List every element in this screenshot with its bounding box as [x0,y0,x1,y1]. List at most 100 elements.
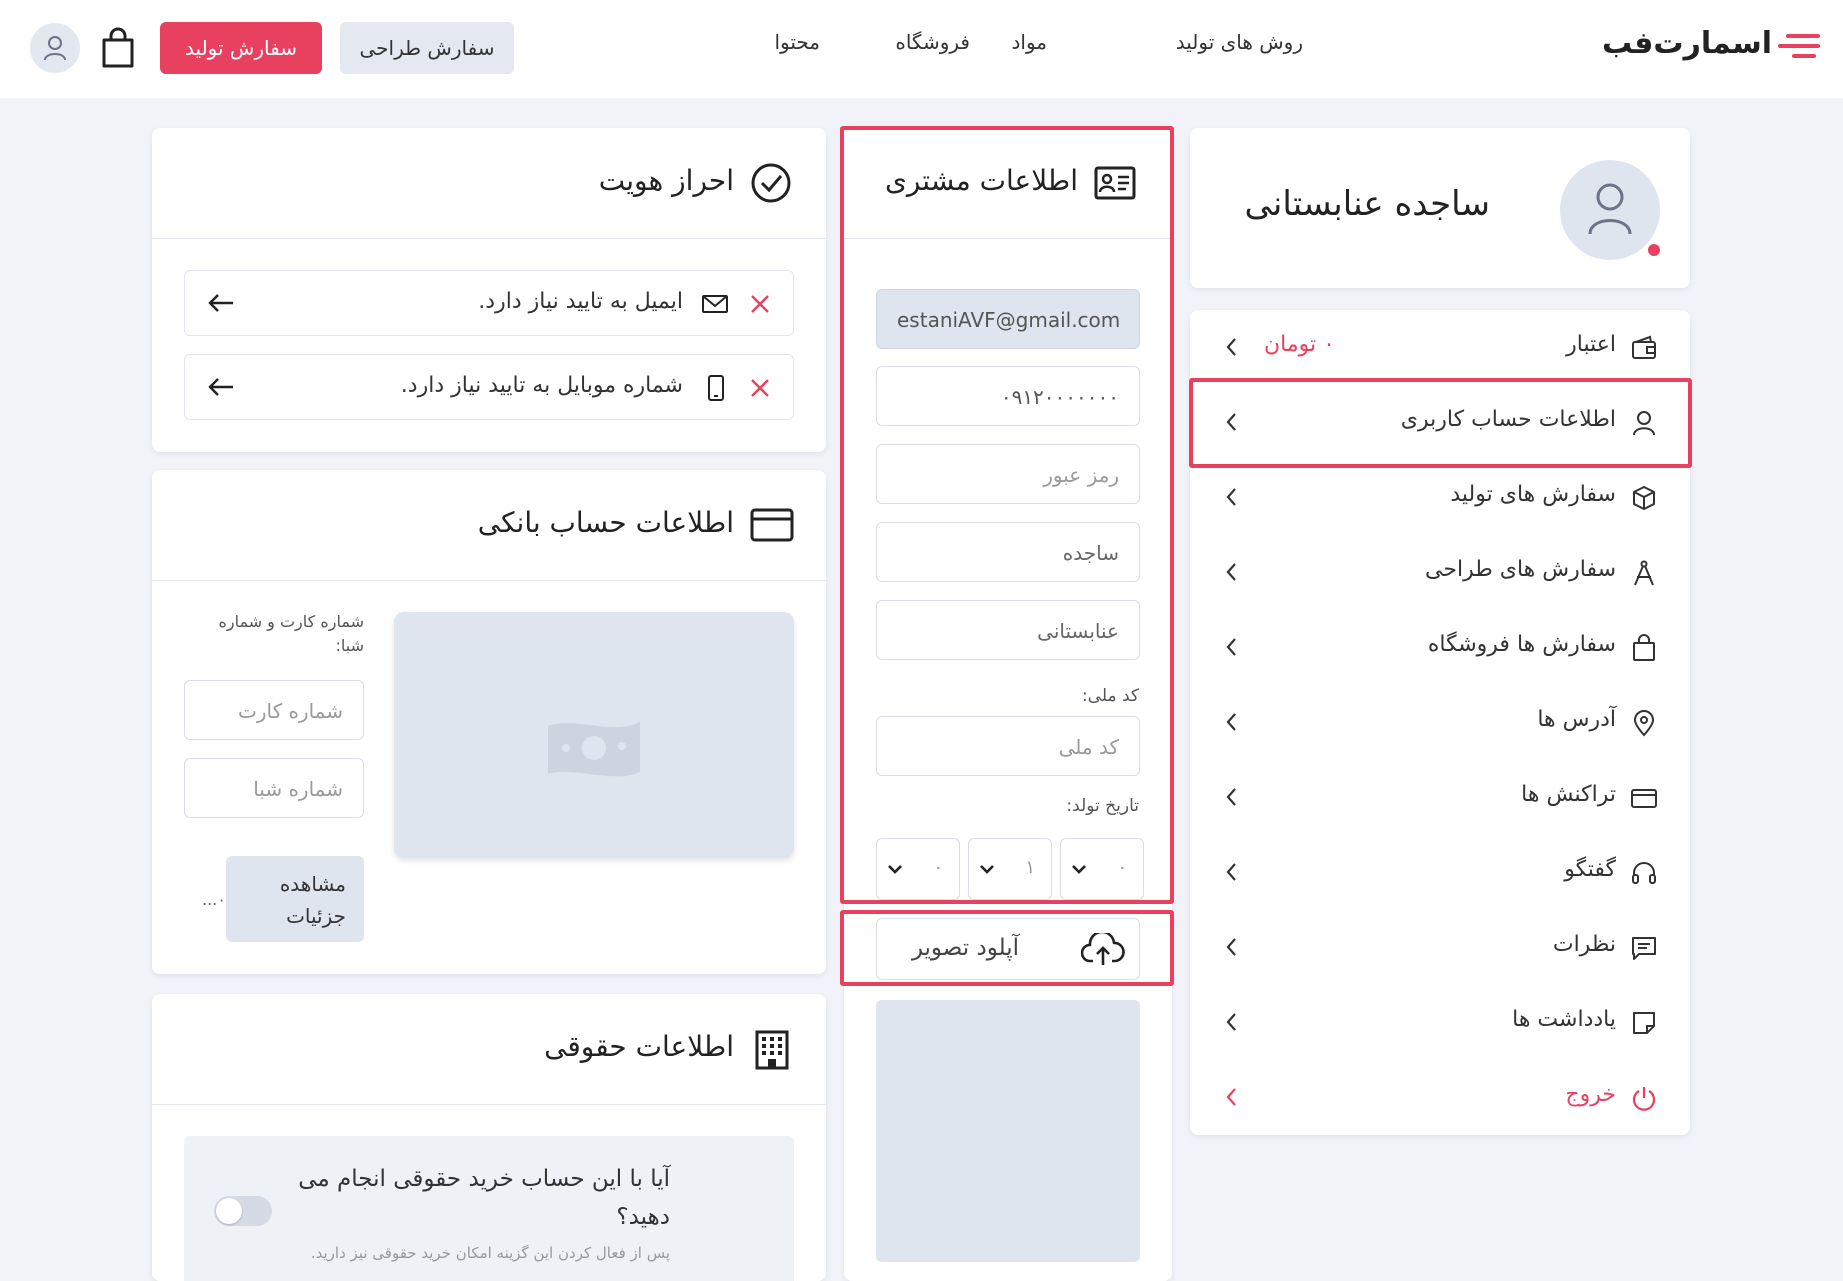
chevron-down-icon [980,865,994,874]
nav-link-materials[interactable]: مواد [1011,30,1047,54]
location-pin-icon [1633,710,1655,737]
chevron-left-icon [1226,863,1236,881]
upload-image-button[interactable]: آپلود تصویر [876,918,1140,980]
bank-card-image-placeholder [394,612,794,858]
card-number-field[interactable]: شماره کارت [184,680,364,740]
chevron-left-icon [1226,1088,1236,1106]
design-order-button[interactable]: سفارش طراحی [340,22,514,74]
user-icon [44,36,66,61]
chevron-left-icon [1226,1013,1236,1031]
card-number-placeholder: شماره کارت [237,699,343,723]
chevron-left-icon [1226,338,1236,356]
building-icon [755,1030,789,1070]
phone-verification-row[interactable]: شماره موبایل به تایید نیاز دارد. [184,354,794,420]
chevron-down-icon [1072,865,1086,874]
top-navigation-bar: اسمارت‌فب روش های تولید مواد فروشگاه محت… [0,0,1843,98]
compass-icon [1634,560,1654,586]
wallet-icon [1632,335,1656,359]
chevron-left-icon [1226,488,1236,506]
birth-year-select[interactable]: ۰ [876,838,960,900]
profile-name: ساجده عنابستانی [1244,184,1490,224]
nav-link-content[interactable]: محتوا [774,30,820,54]
chevron-left-icon [1226,713,1236,731]
view-details-button[interactable]: مشاهده جزئیات [226,856,364,942]
password-field[interactable]: رمز عبور [876,444,1140,504]
credit-value: ۰ تومان [1264,332,1335,357]
check-circle-icon [751,163,791,203]
sidebar-item-notes[interactable]: یادداشت ها [1190,985,1690,1059]
birth-date-label: تاریخ تولد: [1066,796,1139,816]
id-card-icon [1094,166,1136,200]
divider [152,1104,826,1105]
birth-month-value: ۱ [1025,857,1035,878]
credit-card-icon [750,508,794,542]
cloud-upload-icon [1081,933,1125,965]
chevron-left-icon [1226,938,1236,956]
sidebar-item-logout[interactable]: خروج [1190,1060,1690,1134]
email-verification-row[interactable]: ایمیل به تایید نیاز دارد. [184,270,794,336]
divider [152,580,826,581]
sidebar-item-label: نظرات [1552,932,1616,957]
verification-title: احراز هویت [598,164,734,197]
sidebar-item-label: گفتگو [1564,857,1616,882]
sidebar-item-label: اطلاعات حساب کاربری [1400,407,1616,432]
logo-mark-icon [1778,34,1820,58]
phone-field[interactable]: ۰۹۱۲۰۰۰۰۰۰۰ [876,366,1140,426]
sidebar-item-chat[interactable]: گفتگو [1190,835,1690,909]
money-bill-icon [548,722,640,777]
last-name-value: عنابستانی [1037,619,1119,643]
bank-hint-text: شماره کارت و شماره شبا: [218,612,364,655]
credit-card-icon [1631,789,1657,808]
sidebar-item-label: خروج [1565,1082,1616,1107]
phone-value: ۰۹۱۲۰۰۰۰۰۰۰ [1000,385,1119,409]
production-order-button[interactable]: سفارش تولید [160,22,322,74]
chevron-left-icon [1226,788,1236,806]
note-icon [1633,1012,1655,1034]
logo-text: اسمارت‌فب [1602,26,1772,61]
close-icon [751,379,769,397]
sidebar-item-credit[interactable]: اعتبار ۰ تومان [1190,310,1690,384]
birth-year-value: ۰ [933,857,943,878]
sidebar-item-comments[interactable]: نظرات [1190,910,1690,984]
cart-icon[interactable] [98,26,138,70]
iban-placeholder: شماره شبا [253,777,343,801]
chevron-down-icon [888,865,902,874]
first-name-field[interactable]: ساجده [876,522,1140,582]
chevron-left-icon [1226,413,1236,431]
sidebar-item-label: یادداشت ها [1512,1007,1616,1032]
mail-icon [702,295,728,313]
sidebar-item-production-orders[interactable]: سفارش های تولید [1190,460,1690,534]
email-verification-message: ایمیل به تایید نیاز دارد. [478,289,683,314]
toggle-knob [216,1198,242,1224]
sidebar-item-design-orders[interactable]: سفارش های طراحی [1190,535,1690,609]
ellipsis-text: ...۰ [202,890,226,909]
last-name-field[interactable]: عنابستانی [876,600,1140,660]
legal-purchase-option: آیا با این حساب خرید حقوقی انجام می دهید… [184,1136,794,1281]
email-field[interactable]: estaniAVF@gmail.com [876,289,1140,349]
avatar[interactable] [30,23,80,73]
comment-icon [1632,937,1656,960]
logo[interactable]: اسمارت‌فب [1598,26,1820,66]
legal-purchase-toggle[interactable] [214,1196,272,1226]
birth-day-value: ۰ [1117,857,1127,878]
nav-link-production-methods[interactable]: روش های تولید [1176,30,1303,54]
sidebar-item-addresses[interactable]: آدرس ها [1190,685,1690,759]
bank-account-card: اطلاعات حساب بانکی شماره کارت و شماره شب… [152,470,826,974]
sidebar-item-label: اعتبار [1566,332,1616,357]
national-code-field[interactable]: کد ملی [876,716,1140,776]
status-dot [1648,244,1660,256]
headset-icon [1632,862,1656,884]
sidebar-item-label: سفارش های طراحی [1425,557,1616,582]
birth-month-select[interactable]: ۱ [968,838,1052,900]
profile-avatar[interactable] [1560,160,1660,260]
profile-card: ساجده عنابستانی [1190,128,1690,288]
power-icon [1632,1087,1656,1111]
iban-field[interactable]: شماره شبا [184,758,364,818]
sidebar-item-account-info[interactable]: اطلاعات حساب کاربری [1190,385,1690,459]
birth-day-select[interactable]: ۰ [1060,838,1144,900]
sidebar-item-transactions[interactable]: تراکنش ها [1190,760,1690,834]
phone-verification-message: شماره موبایل به تایید نیاز دارد. [400,373,683,398]
sidebar-item-shop-orders[interactable]: سفارش ها فروشگاه [1190,610,1690,684]
nav-link-shop[interactable]: فروشگاه [895,30,970,54]
chevron-left-icon [1226,638,1236,656]
